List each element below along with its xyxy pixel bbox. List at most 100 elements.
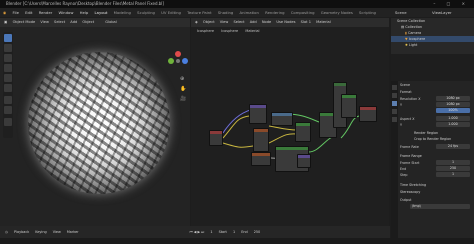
tab-shading[interactable]: Shading [218,8,233,17]
z-axis-icon[interactable] [182,58,188,64]
scale-tool-icon[interactable] [4,74,12,82]
tab-geometry-nodes[interactable]: Geometry Nodes [321,8,353,17]
outliner-empty-area [391,54,474,81]
tab-modeling[interactable]: Modeling [114,8,131,17]
output-tab-icon[interactable] [392,101,397,106]
annotate-tool-icon[interactable] [4,96,12,104]
viewport-header: ▣ Object Mode View Select Add Object Glo… [0,18,190,27]
menu-playback[interactable]: Playback [14,226,29,238]
mix-shader-node[interactable] [295,122,311,142]
noise-texture-node[interactable] [251,152,271,166]
transform-orientation[interactable]: Global [105,18,116,27]
scene-tab-icon[interactable] [392,117,397,122]
tool-shelf [3,32,13,138]
output-path-field[interactable]: /tmp\ [410,204,470,209]
end-label: End [241,230,248,234]
resolution-x-field[interactable]: 1080 px [436,96,470,101]
menu-select[interactable]: Select [54,18,65,27]
tab-animation[interactable]: Animation [240,8,259,17]
tab-texture-paint[interactable]: Texture Paint [187,8,212,17]
menu-keying[interactable]: Keying [35,226,46,238]
tab-scripting[interactable]: Scripting [359,8,376,17]
aspect-x-label: Aspect X [400,117,415,121]
window-controls[interactable]: – □ × [433,0,470,8]
menu-bar: ◉ File Edit Render Window Help Layout Mo… [0,8,474,17]
outliner-item-light[interactable]: ✹ Light [391,42,474,48]
frame-step-field[interactable]: 1 [436,172,470,177]
blender-logo-icon[interactable]: ◉ [3,8,6,17]
current-frame-field[interactable]: 1 [210,226,212,238]
menu-marker[interactable]: Marker [67,226,79,238]
crop-region-checkbox[interactable]: Crop to Render Region [400,136,472,142]
output-panel-header[interactable]: Output [400,197,472,203]
mapping-node[interactable] [249,104,267,124]
color-ramp-node[interactable] [271,112,293,126]
aspect-y-field[interactable]: 1.000 [436,122,470,127]
move-tool-icon[interactable] [4,54,12,62]
properties-section-title: Scene [400,83,411,87]
tab-layout[interactable]: Layout [95,8,108,17]
view-layer-tab-icon[interactable] [392,109,397,114]
frame-step-label: Step [400,173,408,177]
resolution-x-label: Resolution X [400,97,421,101]
render-tab-icon[interactable] [392,93,397,98]
menu-edit[interactable]: Edit [25,8,32,17]
menu-help[interactable]: Help [80,8,89,17]
y-axis-icon[interactable] [168,58,174,64]
aspect-x-field[interactable]: 1.000 [436,116,470,121]
resolution-y-label: Y [400,103,403,107]
shader-node-editor[interactable]: ◈ Object View Select Add Node Use Nodes … [191,18,389,226]
bump-node[interactable] [297,154,311,168]
timeline-header: ◷ Playback Keying View Marker ⏮ ◀ ▶ ⏭ 1 … [0,226,390,238]
measure-tool-icon[interactable] [4,106,12,114]
menu-window[interactable]: Window [58,8,73,17]
transform-tool-icon[interactable] [4,84,12,92]
frame-end-label: End [400,167,407,171]
menu-view[interactable]: View [53,226,61,238]
tab-compositing[interactable]: Compositing [291,8,315,17]
x-axis-icon[interactable] [175,51,181,57]
timeline-editor-icon[interactable]: ◷ [5,226,8,238]
voronoi-texture-node[interactable] [253,128,269,152]
view-layer-selector[interactable]: ViewLayer [432,8,452,17]
playback-controls[interactable]: ⏮ ◀ ▶ ⏭ [190,226,205,238]
scene-selector[interactable]: Scene [395,8,407,17]
end-frame-field[interactable]: 250 [254,226,260,238]
start-frame-field[interactable]: 1 [233,226,235,238]
tab-sculpting[interactable]: Sculpting [137,8,155,17]
frame-end-field[interactable]: 250 [436,166,470,171]
frame-range-panel-header[interactable]: Frame Range [400,153,472,159]
time-stretching-panel-header[interactable]: Time Stretching [400,182,472,188]
format-panel-header[interactable]: Format [400,89,472,95]
menu-object[interactable]: Object [82,18,94,27]
tool-tab-icon[interactable] [392,85,397,90]
resolution-percent-field[interactable]: 100% [436,108,470,113]
pan-hand-icon[interactable]: ✋ [180,86,186,92]
frame-start-field[interactable]: 1 [436,160,470,165]
zoom-icon[interactable]: ⊕ [180,76,184,82]
add-shader-node[interactable] [341,94,357,118]
add-cube-tool-icon[interactable] [4,118,12,126]
window-title: Blender [C:\Users\Marcelles Raynor\Deskt… [6,1,164,6]
tab-uv-editing[interactable]: UV Editing [161,8,181,17]
3d-viewport[interactable]: ▣ Object Mode View Select Add Object Glo… [0,18,190,226]
frame-start-label: Frame Start [400,161,420,165]
camera-view-icon[interactable]: 🎥 [180,96,186,102]
menu-file[interactable]: File [13,8,19,17]
select-box-tool-icon[interactable] [4,34,12,42]
menu-add[interactable]: Add [70,18,77,27]
resolution-y-field[interactable]: 1080 px [436,102,470,107]
tab-rendering[interactable]: Rendering [265,8,284,17]
stereoscopy-panel-header[interactable]: Stereoscopy [400,189,472,195]
menu-view[interactable]: View [40,18,49,27]
navigation-gizmo[interactable] [166,46,190,70]
menu-render[interactable]: Render [39,8,53,17]
frame-rate-dropdown[interactable]: 24 fps [436,144,470,149]
texture-coordinate-node[interactable] [209,130,223,146]
frame-rate-label: Frame Rate [400,145,419,149]
object-mode-dropdown[interactable]: Object Mode [13,18,36,27]
cursor-tool-icon[interactable] [4,44,12,52]
rotate-tool-icon[interactable] [4,64,12,72]
editor-type-icon[interactable]: ▣ [4,18,7,27]
material-output-node[interactable] [359,106,377,122]
